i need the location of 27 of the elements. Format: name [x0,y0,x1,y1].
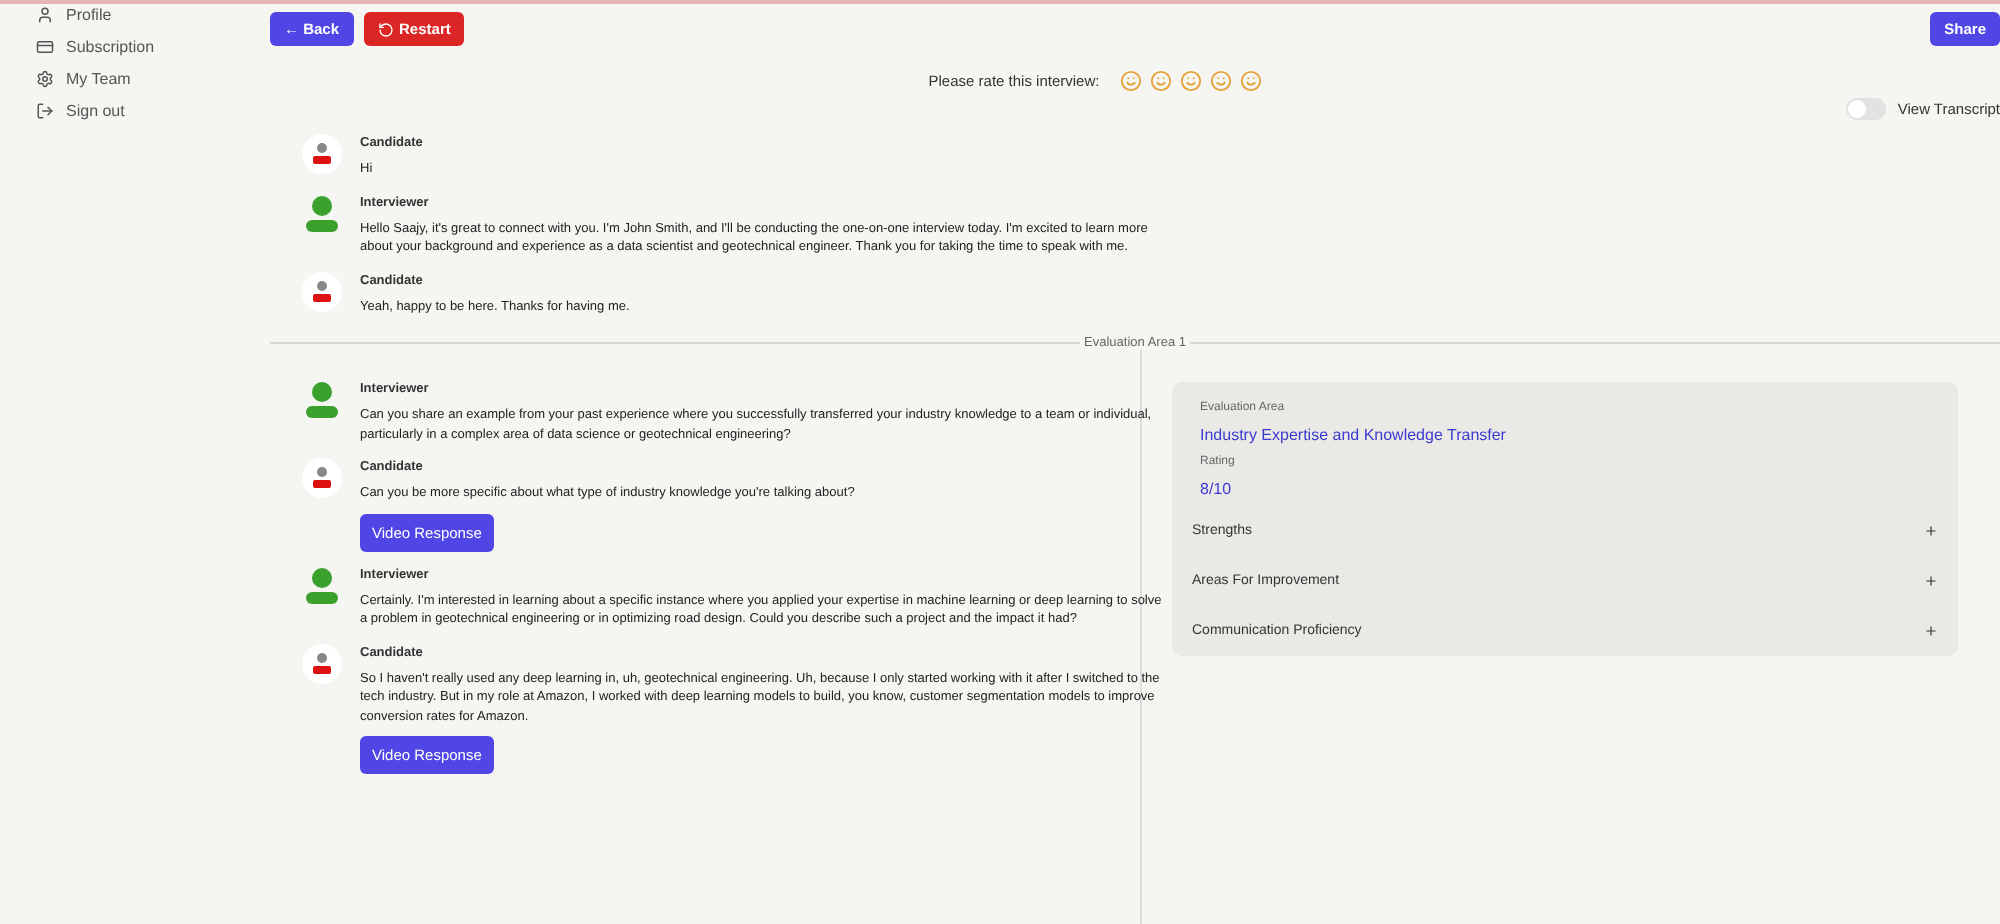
toggle-switch[interactable] [1845,98,1886,120]
person-avatar-icon [300,563,344,607]
rating-value: 8/10 [1200,480,1234,498]
expand-icon [1924,574,1938,588]
sign-out-icon [36,102,54,120]
smiley-face-icon[interactable] [1239,70,1262,92]
sidebar-item[interactable]: Subscription [36,38,270,56]
person-avatar-icon [300,269,344,313]
card-icon [36,38,54,56]
evaluation-area-name: Industry Expertise and Knowledge Transfer [1200,426,1508,444]
smiley-face-icon[interactable] [1209,70,1232,92]
user-icon [36,6,54,24]
sidebar-item[interactable]: Profile [36,6,270,24]
person-avatar-icon [300,191,344,235]
expand-icon [1924,624,1938,638]
restart-icon [377,21,394,37]
smiley-face-icon[interactable] [1119,70,1142,92]
expand-icon [1924,524,1938,538]
person-avatar-icon [300,641,344,685]
person-avatar-icon [300,132,344,176]
smiley-face-icon[interactable] [1179,70,1202,92]
person-avatar-icon [300,378,344,422]
person-avatar-icon [300,456,344,500]
sidebar-item[interactable]: Sign out [36,102,270,120]
sidebar-item[interactable]: My Team [36,70,270,88]
gear-icon [36,70,54,88]
smiley-face-icon[interactable] [1149,70,1172,92]
